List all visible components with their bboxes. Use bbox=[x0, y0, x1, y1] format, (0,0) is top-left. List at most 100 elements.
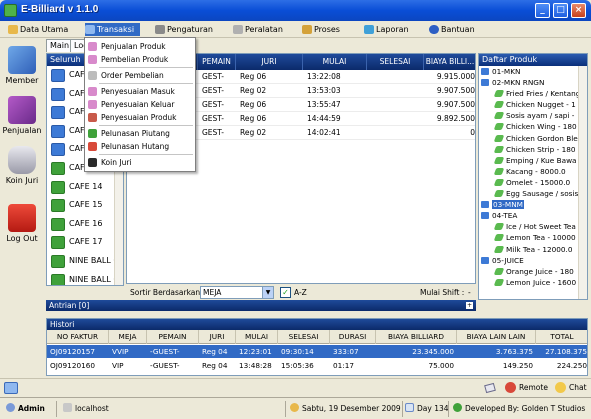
dropdown-item[interactable]: Order Pembelian bbox=[85, 69, 195, 82]
histori-col-selesai[interactable]: SELESAI bbox=[278, 330, 330, 344]
dropdown-item[interactable]: Koin Juri bbox=[85, 156, 195, 169]
remote-icon bbox=[505, 382, 516, 393]
histori-col-biaya-lain[interactable]: BIAYA LAIN LAIN bbox=[457, 330, 536, 344]
histori-col-faktur[interactable]: NO FAKTUR bbox=[47, 330, 109, 344]
histori-col-juri[interactable]: JURI bbox=[199, 330, 236, 344]
history-row[interactable]: OJ09120160 VIP -GUEST- Reg 04 13:48:28 15:05:… bbox=[47, 359, 587, 372]
sidebar-log-out[interactable]: Log Out bbox=[0, 204, 44, 243]
product-group[interactable]: 04-TEA bbox=[479, 210, 587, 221]
product-item[interactable]: Egg Sausage / sosis bbox=[479, 188, 587, 199]
sidebar-member[interactable]: Member bbox=[0, 46, 44, 85]
billiard-table-icon bbox=[51, 87, 65, 101]
product-item[interactable]: Omelet - 15000.0 bbox=[479, 177, 587, 188]
tool-strip: Remote Chat bbox=[0, 378, 591, 396]
product-label: Ice / Hot Sweet Tea bbox=[506, 222, 576, 232]
close-button[interactable]: × bbox=[571, 3, 586, 18]
power-icon bbox=[8, 204, 36, 232]
product-item[interactable]: Lemon Juice - 1600 bbox=[479, 277, 587, 288]
dropdown-item[interactable]: Pelunasan Hutang bbox=[85, 140, 195, 153]
sidebar-koin-juri[interactable]: Koin Juri bbox=[0, 146, 44, 185]
payable-icon bbox=[88, 142, 97, 151]
remote-button[interactable]: Remote bbox=[519, 382, 548, 394]
dropdown-item[interactable]: Pelunasan Piutang bbox=[85, 127, 195, 140]
table-cell: 13:53:03 bbox=[307, 86, 341, 95]
product-group[interactable]: 03-MNM bbox=[479, 199, 587, 210]
meja-item[interactable]: CAFE 15 bbox=[47, 196, 123, 215]
chat-button[interactable]: Chat bbox=[569, 382, 587, 394]
history-row[interactable]: OJ09120157 VVIP -GUEST- Reg 04 12:23:01 09:30… bbox=[47, 345, 587, 358]
billiard-table-icon bbox=[51, 199, 65, 213]
meja-item[interactable]: CAFE 14 bbox=[47, 178, 123, 197]
meja-item[interactable]: NINE BALL 03 bbox=[47, 252, 123, 271]
produk-scrollbar[interactable] bbox=[578, 66, 587, 299]
dropdown-item[interactable]: Penjualan Produk bbox=[85, 40, 195, 53]
history-cell: 09:30:14 bbox=[281, 347, 314, 356]
menu-proses[interactable]: Proses bbox=[302, 23, 340, 36]
histori-col-pemain[interactable]: PEMAIN bbox=[147, 330, 199, 344]
status-server: localhost bbox=[63, 403, 109, 415]
az-checkbox[interactable]: ✓ bbox=[280, 287, 291, 298]
antrian-toggle[interactable]: + bbox=[466, 302, 473, 309]
sidebar-penjualan[interactable]: Penjualan bbox=[0, 96, 44, 135]
mail-icon[interactable] bbox=[484, 382, 496, 394]
product-label: 02-MKN RNGN bbox=[492, 78, 545, 88]
sidebar-label: Member bbox=[5, 76, 39, 85]
grid-col-pemain[interactable]: PEMAIN bbox=[198, 54, 236, 70]
product-item[interactable]: Milk Tea - 12000.0 bbox=[479, 244, 587, 255]
menu-separator bbox=[99, 154, 193, 155]
dropdown-item[interactable]: Penyesuaian Masuk bbox=[85, 85, 195, 98]
product-item[interactable]: Chicken Gordon Ble bbox=[479, 133, 587, 144]
history-cell: -GUEST- bbox=[150, 361, 180, 370]
table-cell: GEST- bbox=[202, 128, 224, 137]
dropdown-item[interactable]: Penyesuaian Produk bbox=[85, 111, 195, 124]
chevron-down-icon[interactable]: ▼ bbox=[262, 287, 273, 298]
menu-label: Laporan bbox=[376, 25, 409, 34]
menu-peralatan[interactable]: Peralatan bbox=[233, 23, 283, 36]
grid-col-selesai[interactable]: SELESAI bbox=[367, 54, 424, 70]
histori-panel: Histori NO FAKTUR MEJA PEMAIN JURI MULAI… bbox=[46, 318, 588, 376]
product-icon bbox=[493, 112, 505, 120]
minimize-button[interactable]: _ bbox=[535, 3, 550, 18]
product-icon bbox=[493, 245, 505, 253]
title-bar: E-Billiard v 1.1.0 _ □ × bbox=[0, 0, 591, 21]
history-cell: 224.250 bbox=[556, 361, 587, 370]
histori-col-meja[interactable]: MEJA bbox=[109, 330, 147, 344]
status-user-label: Admin bbox=[18, 404, 45, 413]
product-item[interactable]: Chicken Nugget - 1 bbox=[479, 99, 587, 110]
table-cell: GEST- bbox=[202, 114, 224, 123]
product-item[interactable]: Lemon Tea - 10000 bbox=[479, 232, 587, 243]
grid-col-juri[interactable]: JURI bbox=[236, 54, 303, 70]
product-item[interactable]: Chicken Strip - 180 bbox=[479, 144, 587, 155]
maximize-button[interactable]: □ bbox=[553, 3, 568, 18]
product-group[interactable]: 05-JUICE bbox=[479, 255, 587, 266]
product-item[interactable]: Fried Fries / Kentang bbox=[479, 88, 587, 99]
histori-col-mulai[interactable]: MULAI bbox=[236, 330, 278, 344]
meja-item[interactable]: CAFE 17 bbox=[47, 233, 123, 252]
product-item[interactable]: Sosis ayam / sapi - bbox=[479, 110, 587, 121]
product-item[interactable]: Orange Juice - 180 bbox=[479, 266, 587, 277]
dropdown-item[interactable]: Pembelian Produk bbox=[85, 53, 195, 66]
grid-col-biaya[interactable]: BIAYA BILLI... bbox=[424, 54, 475, 70]
dropdown-item[interactable]: Penyesuaian Keluar bbox=[85, 98, 195, 111]
product-group[interactable]: 01-MKN bbox=[479, 66, 587, 77]
menu-data-utama[interactable]: Data Utama bbox=[8, 23, 68, 36]
histori-col-total[interactable]: TOTAL bbox=[536, 330, 587, 344]
product-group[interactable]: 02-MKN RNGN bbox=[479, 77, 587, 88]
product-item[interactable]: Emping / Kue Bawa bbox=[479, 155, 587, 166]
meja-item[interactable]: CAFE 16 bbox=[47, 215, 123, 234]
histori-col-durasi[interactable]: DURASI bbox=[330, 330, 376, 344]
menu-laporan[interactable]: Laporan bbox=[364, 23, 409, 36]
product-item[interactable]: Ice / Hot Sweet Tea bbox=[479, 221, 587, 232]
table-cell bbox=[367, 84, 424, 98]
histori-col-biaya-billiard[interactable]: BIAYA BILLIARD bbox=[376, 330, 457, 344]
grid-col-mulai[interactable]: MULAI bbox=[303, 54, 367, 70]
sort-select[interactable]: MEJA ▼ bbox=[200, 286, 274, 299]
meja-item[interactable]: NINE BALL 05 bbox=[47, 271, 123, 285]
product-item[interactable]: Kacang - 8000.0 bbox=[479, 166, 587, 177]
menu-pengaturan[interactable]: Pengaturan bbox=[155, 23, 213, 36]
menu-transaksi[interactable]: Transaksi bbox=[85, 23, 141, 36]
product-item[interactable]: Chicken Wing - 180 bbox=[479, 121, 587, 132]
meja-item-label: CAFE 16 bbox=[69, 218, 103, 228]
menu-bantuan[interactable]: Bantuan bbox=[429, 23, 475, 36]
window-list-icon[interactable] bbox=[4, 382, 18, 394]
